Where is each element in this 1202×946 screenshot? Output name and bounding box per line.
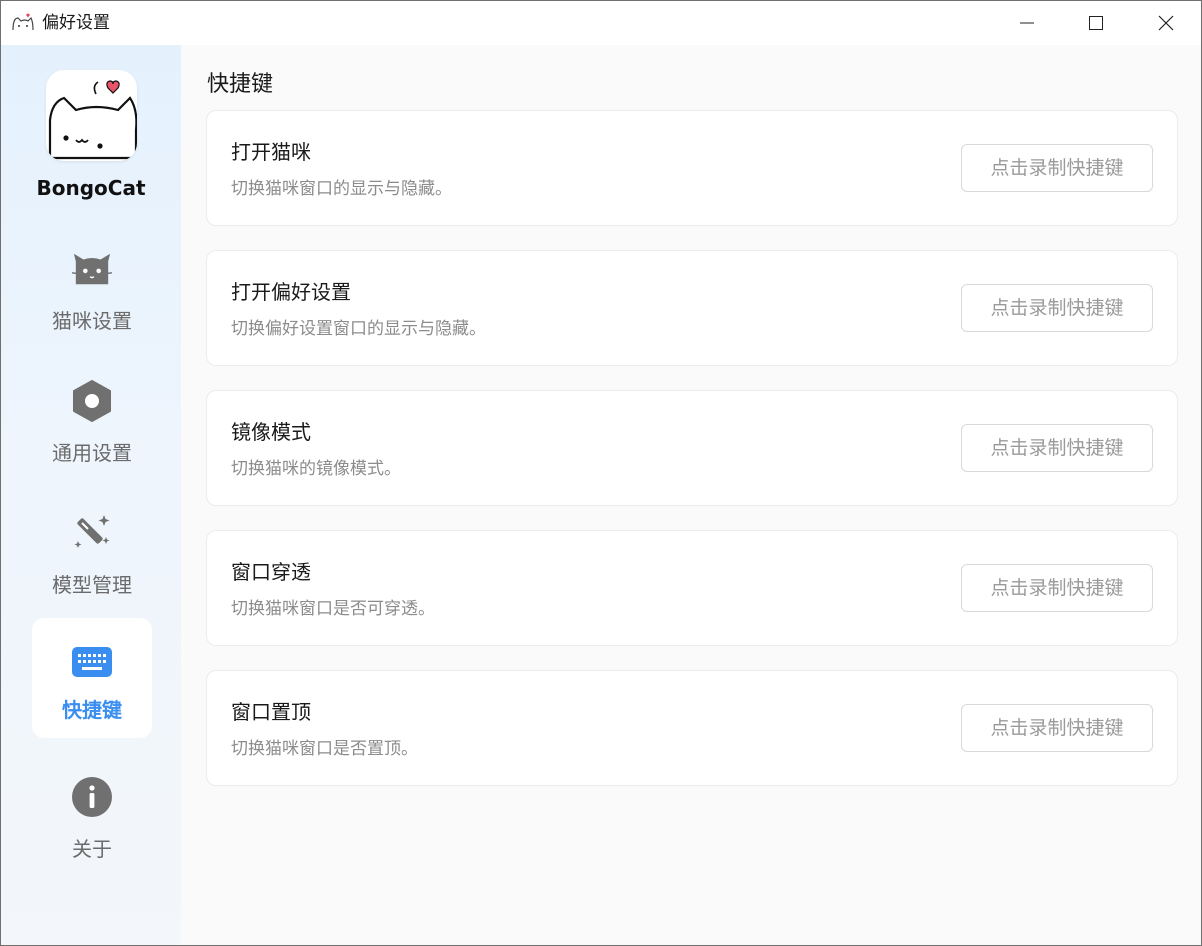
bongocat-logo-icon <box>46 70 137 161</box>
shortcut-card-click-through: 窗口穿透 切换猫咪窗口是否可穿透。 点击录制快捷键 <box>206 530 1178 646</box>
cat-icon <box>72 249 112 289</box>
brand-name: BongoCat <box>36 176 146 200</box>
shortcut-description: 切换猫咪窗口是否可穿透。 <box>231 599 435 619</box>
shortcut-title: 窗口穿透 <box>231 560 311 584</box>
record-shortcut-button[interactable]: 点击录制快捷键 <box>961 704 1153 752</box>
window-title: 偏好设置 <box>42 13 110 33</box>
shortcut-title: 打开偏好设置 <box>231 280 351 304</box>
shortcut-card-toggle-cat: 打开猫咪 切换猫咪窗口的显示与隐藏。 点击录制快捷键 <box>206 110 1178 226</box>
record-shortcut-button[interactable]: 点击录制快捷键 <box>961 284 1153 332</box>
sidebar-item-label: 关于 <box>72 837 112 861</box>
shortcut-description: 切换猫咪的镜像模式。 <box>231 459 401 479</box>
page-title: 快捷键 <box>207 72 274 97</box>
sidebar-item-label: 通用设置 <box>52 441 132 465</box>
close-icon <box>1158 15 1174 31</box>
sidebar-item-label: 快捷键 <box>62 698 122 722</box>
sidebar-item-label: 猫咪设置 <box>52 309 132 333</box>
record-shortcut-button[interactable]: 点击录制快捷键 <box>961 144 1153 192</box>
close-button[interactable] <box>1143 1 1189 45</box>
shortcut-description: 切换偏好设置窗口的显示与隐藏。 <box>231 319 486 339</box>
preferences-window: 偏好设置 BongoCat 猫咪设置 通用设置 模型管理 快捷键 关于 快捷键 … <box>0 0 1202 946</box>
minimize-button[interactable] <box>1004 1 1050 45</box>
record-shortcut-button[interactable]: 点击录制快捷键 <box>961 424 1153 472</box>
shortcut-title: 打开猫咪 <box>231 140 311 164</box>
info-icon <box>72 777 112 817</box>
shortcut-card-always-on-top: 窗口置顶 切换猫咪窗口是否置顶。 点击录制快捷键 <box>206 670 1178 786</box>
shortcut-card-mirror-mode: 镜像模式 切换猫咪的镜像模式。 点击录制快捷键 <box>206 390 1178 506</box>
maximize-button[interactable] <box>1073 1 1119 45</box>
minimize-icon <box>1020 22 1034 24</box>
shortcut-title: 窗口置顶 <box>231 700 311 724</box>
app-logo-icon <box>11 12 35 34</box>
shortcut-card-toggle-preferences: 打开偏好设置 切换偏好设置窗口的显示与隐藏。 点击录制快捷键 <box>206 250 1178 366</box>
sidebar-item-shortcuts[interactable]: 快捷键 <box>32 618 152 738</box>
maximize-icon <box>1089 16 1103 30</box>
shortcut-description: 切换猫咪窗口的显示与隐藏。 <box>231 179 452 199</box>
settings-hex-icon <box>72 380 112 422</box>
sidebar-item-about[interactable]: 关于 <box>32 757 152 877</box>
sidebar-item-model-management[interactable]: 模型管理 <box>32 493 152 613</box>
keyboard-icon <box>72 642 112 682</box>
sidebar-item-label: 模型管理 <box>52 573 132 597</box>
shortcut-description: 切换猫咪窗口是否置顶。 <box>231 739 418 759</box>
sidebar-item-cat-settings[interactable]: 猫咪设置 <box>32 229 152 349</box>
sidebar: BongoCat 猫咪设置 通用设置 模型管理 快捷键 关于 <box>1 45 181 945</box>
magic-wand-icon <box>72 513 112 553</box>
title-bar[interactable]: 偏好设置 <box>1 1 1201 45</box>
record-shortcut-button[interactable]: 点击录制快捷键 <box>961 564 1153 612</box>
sidebar-item-general-settings[interactable]: 通用设置 <box>32 361 152 481</box>
shortcut-title: 镜像模式 <box>231 420 311 444</box>
